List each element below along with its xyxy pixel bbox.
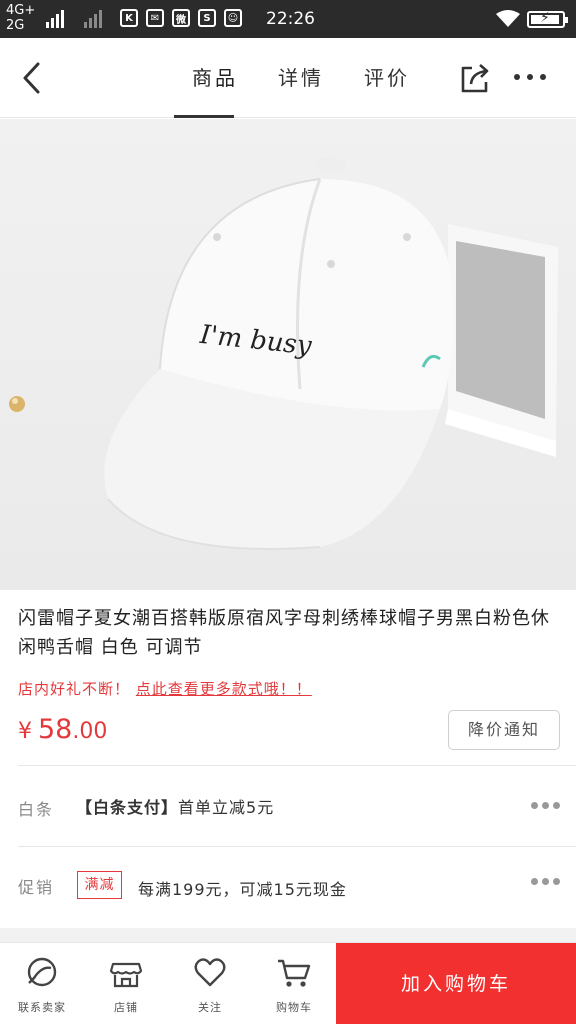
- promo-link[interactable]: 店内好礼不断！ 点此查看更多款式哦！！: [18, 678, 312, 699]
- product-image[interactable]: I'm busy: [0, 119, 576, 590]
- shop-label: 店铺: [114, 1001, 138, 1014]
- nav-bar: 商品 详情 评价: [0, 38, 576, 118]
- follow-button[interactable]: 关注: [168, 953, 252, 1015]
- signal-icon: [46, 6, 64, 28]
- heart-icon: [194, 958, 226, 987]
- wechat-icon: 微: [172, 9, 190, 27]
- baitiao-text: 首单立减5元: [178, 798, 275, 817]
- promo-prefix: 店内好礼不断！: [18, 680, 131, 698]
- contact-seller-label: 联系卖家: [18, 1001, 66, 1014]
- baitiao-tag: 【白条支付】: [76, 798, 179, 817]
- divider: [18, 765, 576, 766]
- promo-more-link[interactable]: 点此查看更多款式哦！！: [136, 680, 312, 698]
- cart-icon: [278, 959, 311, 987]
- chat-icon: ☺: [224, 9, 242, 27]
- network-type-primary: 4G+: [6, 3, 36, 18]
- share-icon[interactable]: [458, 62, 492, 96]
- status-bar: 4G+ 2G K ✉ 微 S ☺ 22:26 ⚡: [0, 0, 576, 38]
- network-indicator: 4G+ 2G: [6, 3, 35, 33]
- shop-button[interactable]: 店铺: [84, 953, 168, 1015]
- baitiao-more-icon[interactable]: [531, 802, 560, 809]
- baitiao-label: 白条: [18, 800, 55, 819]
- promotion-more-icon[interactable]: [531, 878, 560, 885]
- promotion-text[interactable]: 每满199元，可减15元现金: [138, 876, 347, 900]
- wifi-icon: [496, 10, 520, 27]
- cart-label: 购物车: [276, 1001, 312, 1014]
- more-icon[interactable]: [514, 74, 546, 80]
- cart-button[interactable]: 购物车: [252, 953, 336, 1015]
- tab-reviews[interactable]: 评价: [344, 38, 430, 118]
- shop-icon: [109, 962, 143, 988]
- product-title: 闪雷帽子夏女潮百搭韩版原宿风字母刺绣棒球帽子男黑白粉色休闲鸭舌帽 白色 可调节: [18, 608, 550, 658]
- price-drop-notify-button[interactable]: 降价通知: [448, 710, 560, 750]
- tab-details[interactable]: 详情: [258, 38, 344, 118]
- signal-secondary-icon: [84, 6, 102, 28]
- follow-label: 关注: [198, 1001, 222, 1014]
- status-time: 22:26: [266, 9, 315, 29]
- network-type-secondary: 2G: [6, 18, 25, 33]
- price: ¥58.00: [18, 714, 107, 745]
- bottom-bar: 联系卖家 店铺 关注 购物车 加入购物车: [0, 942, 576, 1024]
- cap-illustration: I'm busy: [9, 157, 558, 550]
- divider: [18, 846, 576, 847]
- contact-seller-button[interactable]: 联系卖家: [0, 953, 84, 1015]
- price-integer: 58: [38, 714, 73, 745]
- add-to-cart-button[interactable]: 加入购物车: [336, 943, 576, 1024]
- promotion-badge: 满减: [77, 871, 122, 899]
- tab-product[interactable]: 商品: [172, 38, 258, 118]
- price-decimal: .00: [72, 719, 108, 744]
- price-currency: ¥: [18, 719, 32, 744]
- app-s-icon: S: [198, 9, 216, 27]
- nav-tabs: 商品 详情 评价: [172, 38, 430, 118]
- notification-icons: K ✉ 微 S ☺: [120, 9, 242, 27]
- app-k-icon: K: [120, 9, 138, 27]
- back-icon[interactable]: [18, 60, 48, 96]
- customer-service-icon: [27, 957, 57, 987]
- section-separator: [0, 928, 576, 942]
- mail-icon: ✉: [146, 9, 164, 27]
- baitiao-row[interactable]: 【白条支付】首单立减5元: [76, 794, 274, 818]
- promotion-label: 促销: [18, 878, 55, 897]
- battery-icon: ⚡: [527, 10, 568, 28]
